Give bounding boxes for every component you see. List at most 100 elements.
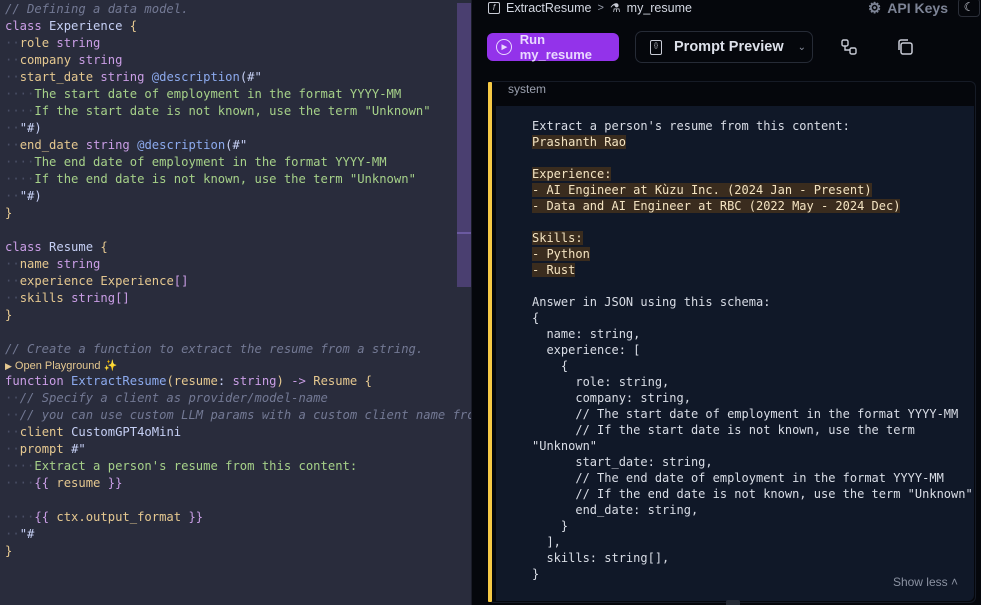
- template-variable-text: Skills:: [532, 231, 583, 245]
- code-token: {{: [34, 510, 57, 524]
- code-token: {: [364, 374, 372, 388]
- code-line[interactable]: ··"#: [5, 526, 456, 543]
- code-line[interactable]: function ExtractResume(resume: string) -…: [5, 373, 456, 390]
- message-line: // If the start date is not known, use t…: [532, 422, 973, 438]
- template-variable-text: Prashanth Rao: [532, 135, 626, 149]
- message-card: Extract a person's resume from this cont…: [488, 81, 976, 603]
- code-line[interactable]: ··prompt #": [5, 441, 456, 458]
- code-token: string: [78, 53, 123, 67]
- code-line[interactable]: ··client CustomGPT4oMini: [5, 424, 456, 441]
- resize-handle[interactable]: [726, 600, 740, 605]
- code-line[interactable]: ··role string: [5, 35, 456, 52]
- code-line[interactable]: ····If the end date is not known, use th…: [5, 171, 456, 188]
- api-keys-button[interactable]: ⚙ API Keys: [868, 0, 948, 17]
- code-token: start_date: [19, 70, 101, 84]
- open-playground-link[interactable]: ▶ Open Playground ✨: [5, 360, 117, 372]
- code-line[interactable]: [5, 492, 456, 509]
- message-role-bar: [488, 82, 492, 602]
- message-line: name: string,: [532, 326, 973, 342]
- prompt-text: experience: [: [532, 343, 641, 357]
- prompt-text: }: [532, 567, 540, 581]
- code-line[interactable]: class Experience {: [5, 18, 456, 35]
- code-token: Resume: [313, 374, 365, 388]
- message-line: [532, 150, 973, 166]
- code-token: "#): [19, 189, 42, 203]
- indent-guide: ··: [5, 36, 20, 50]
- code-line[interactable]: ··// Specify a client as provider/model-…: [5, 390, 456, 407]
- prompt-text: // If the start date is not known, use t…: [532, 423, 915, 437]
- code-token: }: [5, 206, 13, 220]
- code-line[interactable]: ··experience Experience[]: [5, 273, 456, 290]
- breadcrumb-test[interactable]: my_resume: [627, 1, 692, 15]
- code-editor[interactable]: // Defining a data model. class Experienc…: [0, 0, 472, 605]
- editor-scrollbar[interactable]: [457, 3, 471, 287]
- code-line[interactable]: ····The end date of employment in the fo…: [5, 154, 456, 171]
- code-token: function: [5, 374, 72, 388]
- breadcrumb: f ExtractResume > ⚗ my_resume: [488, 0, 692, 16]
- code-line[interactable]: ····Extract a person's resume from this …: [5, 458, 456, 475]
- code-token: []: [115, 291, 130, 305]
- code-line[interactable]: ▶ Open Playground ✨: [5, 358, 456, 373]
- code-line[interactable]: ··name string: [5, 256, 456, 273]
- indent-guide: ··: [5, 442, 20, 456]
- message-line: {: [532, 310, 973, 326]
- indent-guide: ····: [5, 104, 35, 118]
- prompt-text: // The end date of employment in the for…: [532, 471, 944, 485]
- moon-icon: ☾: [963, 0, 975, 14]
- code-line[interactable]: }: [5, 543, 456, 560]
- code-line[interactable]: // Create a function to extract the resu…: [5, 341, 456, 358]
- view-mode-dropdown[interactable]: {} Prompt Preview ⌄: [635, 31, 813, 63]
- message-line: Skills:: [532, 230, 973, 246]
- code-token: {: [100, 240, 108, 254]
- code-line[interactable]: ··skills string[]: [5, 290, 456, 307]
- code-line[interactable]: ··company string: [5, 52, 456, 69]
- code-token: @description: [151, 70, 240, 84]
- code-line[interactable]: // Defining a data model.: [5, 1, 456, 18]
- template-variable-text: - Python: [532, 247, 590, 261]
- code-token: role: [19, 36, 57, 50]
- code-line[interactable]: ····If the start date is not known, use …: [5, 103, 456, 120]
- prompt-text: {: [532, 311, 540, 325]
- code-line[interactable]: ····{{ ctx.output_format }}: [5, 509, 456, 526]
- code-line[interactable]: [5, 222, 456, 239]
- indent-guide: ····: [5, 155, 35, 169]
- code-line[interactable]: }: [5, 205, 456, 222]
- graph-view-button[interactable]: [840, 38, 858, 56]
- code-token: ExtractResume: [71, 374, 167, 388]
- message-line: [532, 214, 973, 230]
- code-token: string: [85, 138, 138, 152]
- message-line: - AI Engineer at Kùzu Inc. (2024 Jan - P…: [532, 182, 973, 198]
- message-line: Prashanth Rao: [532, 134, 973, 150]
- theme-toggle-button[interactable]: ☾: [958, 0, 980, 17]
- breadcrumb-function[interactable]: ExtractResume: [506, 1, 591, 15]
- chevron-down-icon: ⌄: [797, 41, 806, 53]
- prompt-text: role: string,: [532, 375, 670, 389]
- code-content[interactable]: // Defining a data model. class Experienc…: [5, 1, 472, 560]
- code-line[interactable]: ··"#): [5, 188, 456, 205]
- function-icon: f: [488, 2, 500, 14]
- prompt-text: company: string,: [532, 391, 691, 405]
- view-mode-label: Prompt Preview: [674, 39, 784, 55]
- code-token: // Defining a data model.: [5, 2, 189, 16]
- code-line[interactable]: ····The start date of employment in the …: [5, 86, 456, 103]
- indent-guide: ····: [5, 459, 35, 473]
- play-icon: ▶: [496, 39, 512, 55]
- code-line[interactable]: ··// you can use custom LLM params with …: [5, 407, 472, 424]
- code-line[interactable]: }: [5, 307, 456, 324]
- prompt-text: ],: [532, 535, 561, 549]
- code-line[interactable]: [5, 324, 456, 341]
- code-token: prompt: [19, 442, 72, 456]
- code-token: Experience: [100, 274, 174, 288]
- code-line[interactable]: ··"#): [5, 120, 456, 137]
- code-token: resume: [173, 374, 218, 388]
- code-line[interactable]: class Resume {: [5, 239, 456, 256]
- code-line[interactable]: ··start_date string @description(#": [5, 69, 456, 86]
- show-less-button[interactable]: Show less ˄: [893, 575, 958, 589]
- code-line[interactable]: ····{{ resume }}: [5, 475, 456, 492]
- code-line[interactable]: ··end_date string @description(#": [5, 137, 456, 154]
- prompt-text: "Unknown": [532, 439, 598, 453]
- code-token: resume: [56, 476, 101, 490]
- run-test-button[interactable]: ▶ Run my_resume: [487, 32, 619, 62]
- show-less-label: Show less: [892, 575, 948, 589]
- copy-button[interactable]: [896, 38, 914, 56]
